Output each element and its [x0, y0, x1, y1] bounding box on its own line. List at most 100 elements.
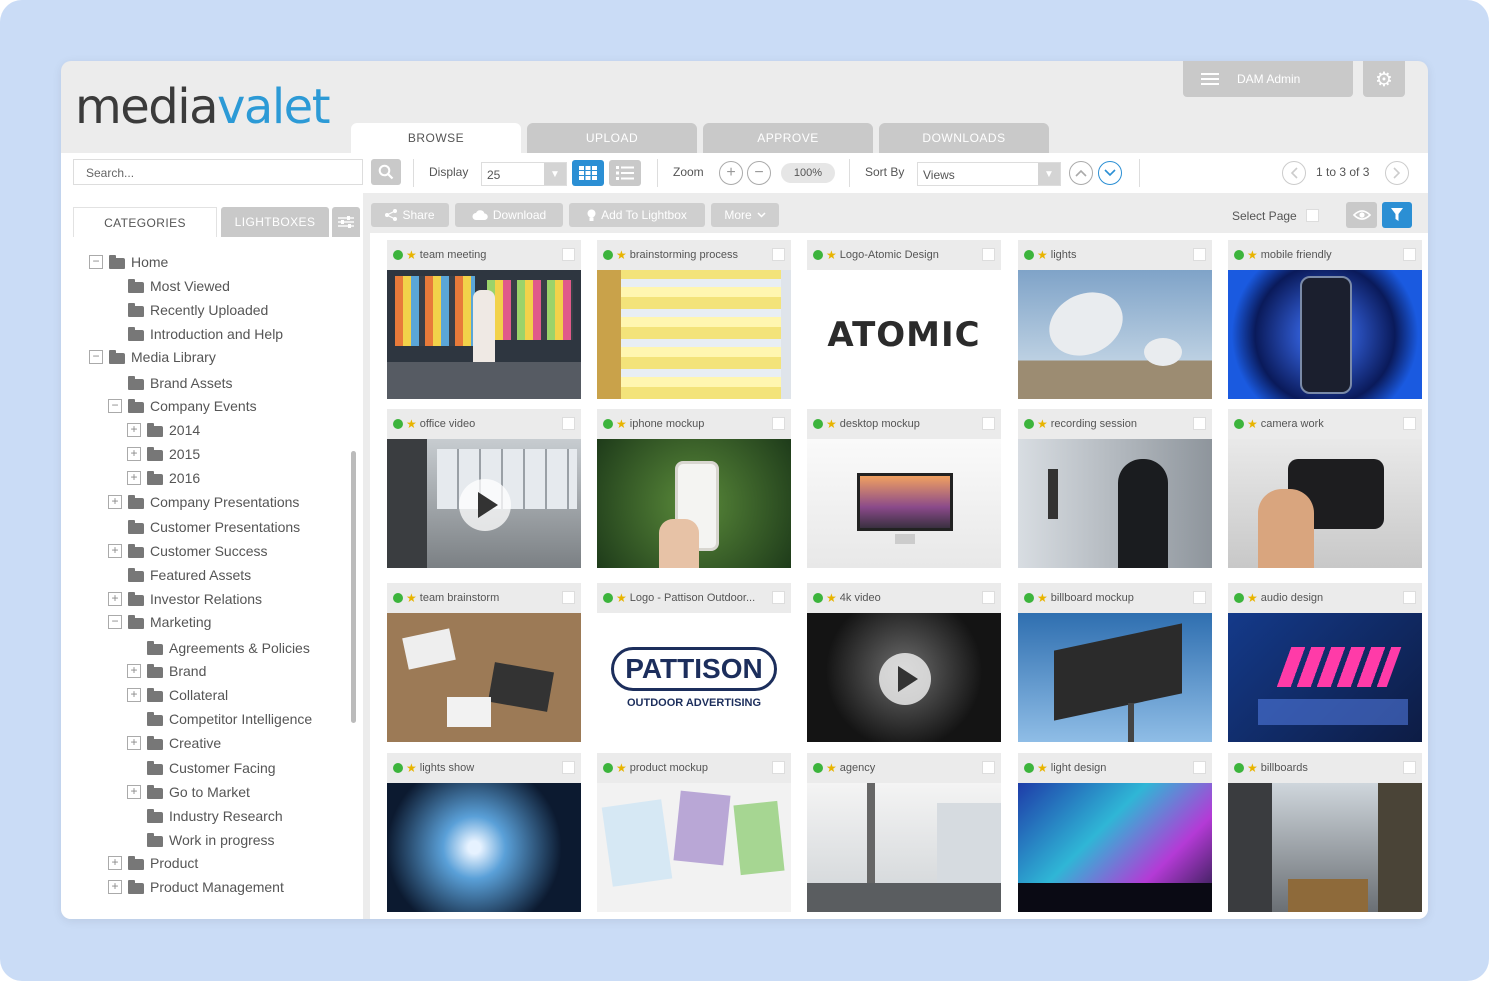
display-select[interactable]: 25 ▼ [481, 162, 567, 186]
asset-tile[interactable]: ★ 4k video [807, 583, 1001, 742]
asset-thumbnail[interactable]: PATTISON OUTDOOR ADVERTISING [597, 613, 791, 742]
admin-menu-button[interactable]: DAM Admin [1183, 61, 1353, 97]
asset-tile[interactable]: ★ billboards [1228, 753, 1422, 912]
star-icon[interactable]: ★ [1247, 592, 1258, 604]
asset-thumbnail[interactable] [1018, 783, 1212, 912]
asset-tile[interactable]: ★ iphone mockup [597, 409, 791, 568]
search-button[interactable] [371, 159, 401, 185]
tab-categories[interactable]: CATEGORIES [73, 207, 217, 237]
star-icon[interactable]: ★ [826, 592, 837, 604]
tree-node[interactable]: − Home [89, 254, 168, 270]
tree-node[interactable]: Industry Research [127, 808, 283, 824]
asset-tile[interactable]: ★ team meeting [387, 240, 581, 399]
search-input[interactable]: Search... [73, 159, 363, 185]
star-icon[interactable]: ★ [1037, 418, 1048, 430]
asset-tile[interactable]: ★ lights show [387, 753, 581, 912]
star-icon[interactable]: ★ [826, 418, 837, 430]
tab-approve[interactable]: APPROVE [703, 123, 873, 153]
more-button[interactable]: More [711, 203, 779, 227]
star-icon[interactable]: ★ [1037, 249, 1048, 261]
asset-thumbnail[interactable] [1228, 439, 1422, 568]
star-icon[interactable]: ★ [1247, 249, 1258, 261]
tree-node[interactable]: + Product Management [108, 879, 284, 895]
share-button[interactable]: Share [371, 203, 449, 227]
tree-node[interactable]: + Customer Success [108, 543, 267, 559]
asset-tile[interactable]: ★ team brainstorm [387, 583, 581, 742]
asset-thumbnail[interactable] [807, 613, 1001, 742]
mediavalet-logo[interactable]: mediavalet [75, 79, 331, 135]
collapse-icon[interactable]: − [108, 399, 122, 413]
asset-select-checkbox[interactable] [982, 417, 995, 430]
asset-thumbnail[interactable] [597, 270, 791, 399]
tree-node[interactable]: Most Viewed [108, 278, 230, 294]
play-icon[interactable] [459, 479, 511, 531]
tree-node[interactable]: Introduction and Help [108, 326, 283, 342]
asset-thumbnail[interactable] [597, 783, 791, 912]
zoom-in-button[interactable]: + [719, 161, 743, 185]
tab-downloads[interactable]: DOWNLOADS [879, 123, 1049, 153]
tab-browse[interactable]: BROWSE [351, 123, 521, 153]
asset-thumbnail[interactable] [1018, 270, 1212, 399]
star-icon[interactable]: ★ [616, 762, 627, 774]
collapse-icon[interactable]: − [108, 615, 122, 629]
play-icon[interactable] [879, 653, 931, 705]
expand-icon[interactable]: + [127, 736, 141, 750]
sort-select[interactable]: Views ▼ [917, 162, 1061, 186]
list-view-button[interactable] [609, 160, 641, 186]
asset-thumbnail[interactable] [807, 439, 1001, 568]
asset-select-checkbox[interactable] [772, 591, 785, 604]
asset-select-checkbox[interactable] [1403, 248, 1416, 261]
tree-node[interactable]: Brand Assets [108, 375, 233, 391]
asset-tile[interactable]: ★ billboard mockup [1018, 583, 1212, 742]
tree-node[interactable]: − Media Library [89, 349, 216, 365]
next-page-button[interactable] [1385, 161, 1409, 185]
tab-lightboxes[interactable]: LIGHTBOXES [221, 207, 329, 237]
select-page-checkbox[interactable] [1306, 209, 1319, 222]
tree-node[interactable]: +2014 [127, 422, 200, 438]
expand-icon[interactable]: + [127, 423, 141, 437]
asset-tile[interactable]: ★ camera work [1228, 409, 1422, 568]
expand-icon[interactable]: + [108, 880, 122, 894]
expand-icon[interactable]: + [127, 688, 141, 702]
asset-select-checkbox[interactable] [1403, 761, 1416, 774]
expand-icon[interactable]: + [108, 592, 122, 606]
star-icon[interactable]: ★ [826, 762, 837, 774]
star-icon[interactable]: ★ [1037, 592, 1048, 604]
tree-node[interactable]: Customer Presentations [108, 519, 300, 535]
asset-thumbnail[interactable] [1228, 783, 1422, 912]
star-icon[interactable]: ★ [826, 249, 837, 261]
asset-select-checkbox[interactable] [562, 417, 575, 430]
asset-tile[interactable]: ★ light design [1018, 753, 1212, 912]
asset-select-checkbox[interactable] [772, 417, 785, 430]
star-icon[interactable]: ★ [406, 418, 417, 430]
tree-node[interactable]: Competitor Intelligence [127, 711, 312, 727]
asset-thumbnail[interactable] [1228, 613, 1422, 742]
download-button[interactable]: Download [455, 203, 563, 227]
add-to-lightbox-button[interactable]: Add To Lightbox [569, 203, 705, 227]
tree-node[interactable]: + Investor Relations [108, 591, 262, 607]
asset-select-checkbox[interactable] [1193, 248, 1206, 261]
tab-upload[interactable]: UPLOAD [527, 123, 697, 153]
tree-node[interactable]: +2016 [127, 470, 200, 486]
filter-button[interactable] [1382, 202, 1412, 228]
asset-select-checkbox[interactable] [772, 761, 785, 774]
asset-thumbnail[interactable] [597, 439, 791, 568]
asset-select-checkbox[interactable] [1403, 417, 1416, 430]
asset-thumbnail[interactable] [387, 439, 581, 568]
asset-tile[interactable]: ★ office video [387, 409, 581, 568]
star-icon[interactable]: ★ [616, 418, 627, 430]
expand-icon[interactable]: + [127, 471, 141, 485]
asset-select-checkbox[interactable] [1193, 591, 1206, 604]
tree-node[interactable]: Featured Assets [108, 567, 251, 583]
asset-thumbnail[interactable] [1018, 613, 1212, 742]
sidebar-scrollbar[interactable] [351, 451, 356, 723]
sort-ascending-button[interactable] [1069, 161, 1093, 185]
grid-view-button[interactable] [572, 160, 604, 186]
star-icon[interactable]: ★ [406, 762, 417, 774]
tree-node[interactable]: + Collateral [127, 687, 228, 703]
tree-node[interactable]: Customer Facing [127, 760, 276, 776]
expand-icon[interactable]: + [127, 664, 141, 678]
zoom-out-button[interactable]: − [747, 161, 771, 185]
asset-select-checkbox[interactable] [982, 248, 995, 261]
expand-icon[interactable]: + [108, 495, 122, 509]
